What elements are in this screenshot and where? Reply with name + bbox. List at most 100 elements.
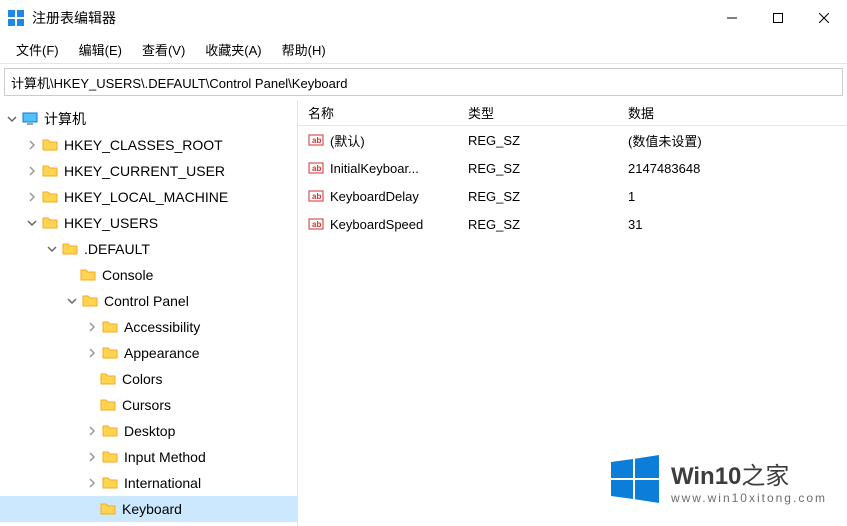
- tree-node-keyboard[interactable]: Keyboard: [0, 496, 297, 522]
- folder-icon: [42, 215, 58, 231]
- tree-node-appearance[interactable]: Appearance: [0, 340, 297, 366]
- header-data[interactable]: 数据: [618, 103, 847, 122]
- list-row[interactable]: ab (默认) REG_SZ (数值未设置): [298, 126, 847, 154]
- value-name: KeyboardSpeed: [330, 217, 423, 232]
- folder-icon: [100, 371, 116, 387]
- tree-node-console[interactable]: Console: [0, 262, 297, 288]
- chevron-down-icon[interactable]: [4, 111, 20, 127]
- watermark-url: www.win10xitong.com: [671, 491, 827, 505]
- tree-panel[interactable]: 计算机 HKEY_CLASSES_ROOT HKEY_CURRENT_USER …: [0, 100, 298, 526]
- header-type[interactable]: 类型: [458, 103, 618, 122]
- value-type: REG_SZ: [458, 217, 618, 232]
- chevron-down-icon[interactable]: [64, 293, 80, 309]
- string-value-icon: ab: [308, 188, 324, 204]
- chevron-right-icon[interactable]: [24, 189, 40, 205]
- menu-help[interactable]: 帮助(H): [272, 36, 336, 63]
- value-type: REG_SZ: [458, 133, 618, 148]
- value-name: (默认): [330, 131, 365, 150]
- tree-label: Control Panel: [104, 293, 189, 309]
- tree-node-desktop[interactable]: Desktop: [0, 418, 297, 444]
- string-value-icon: ab: [308, 160, 324, 176]
- chevron-right-icon[interactable]: [84, 319, 100, 335]
- tree-label: International: [124, 475, 201, 491]
- window-title: 注册表编辑器: [32, 8, 116, 28]
- tree-label: Keyboard: [122, 501, 182, 517]
- tree-node-hkcu[interactable]: HKEY_CURRENT_USER: [0, 158, 297, 184]
- value-name: InitialKeyboar...: [330, 161, 419, 176]
- tree-node-colors[interactable]: Colors: [0, 366, 297, 392]
- svg-text:ab: ab: [312, 220, 321, 229]
- tree-label: Desktop: [124, 423, 175, 439]
- tree-node-hkcr[interactable]: HKEY_CLASSES_ROOT: [0, 132, 297, 158]
- address-text: 计算机\HKEY_USERS\.DEFAULT\Control Panel\Ke…: [11, 73, 347, 92]
- tree-node-computer[interactable]: 计算机: [0, 106, 297, 132]
- folder-icon: [102, 345, 118, 361]
- tree-label: HKEY_CLASSES_ROOT: [64, 137, 223, 153]
- chevron-right-icon[interactable]: [84, 449, 100, 465]
- value-data: 31: [618, 217, 847, 232]
- tree-label: Accessibility: [124, 319, 200, 335]
- tree-node-cursors[interactable]: Cursors: [0, 392, 297, 418]
- tree-node-international[interactable]: International: [0, 470, 297, 496]
- minimize-button[interactable]: [709, 0, 755, 36]
- folder-icon: [82, 293, 98, 309]
- chevron-right-icon[interactable]: [24, 137, 40, 153]
- list-header: 名称 类型 数据: [298, 100, 847, 126]
- string-value-icon: ab: [308, 132, 324, 148]
- menu-edit[interactable]: 编辑(E): [69, 36, 132, 63]
- chevron-right-icon[interactable]: [84, 345, 100, 361]
- folder-icon: [100, 397, 116, 413]
- list-row[interactable]: ab KeyboardDelay REG_SZ 1: [298, 182, 847, 210]
- close-button[interactable]: [801, 0, 847, 36]
- tree-label: Appearance: [124, 345, 200, 361]
- watermark-suffix: 之家: [741, 463, 789, 490]
- value-name: KeyboardDelay: [330, 189, 419, 204]
- chevron-right-icon[interactable]: [24, 163, 40, 179]
- chevron-right-icon[interactable]: [84, 423, 100, 439]
- tree-node-inputmethod[interactable]: Input Method: [0, 444, 297, 470]
- folder-icon: [62, 241, 78, 257]
- tree-label: HKEY_LOCAL_MACHINE: [64, 189, 228, 205]
- folder-icon: [102, 475, 118, 491]
- menubar: 文件(F) 编辑(E) 查看(V) 收藏夹(A) 帮助(H): [0, 36, 847, 64]
- window-controls: [709, 0, 847, 36]
- list-row[interactable]: abInitialKeyboar... REG_SZ 2147483648: [298, 154, 847, 182]
- tree-label: Cursors: [122, 397, 171, 413]
- titlebar: 注册表编辑器: [0, 0, 847, 36]
- header-name[interactable]: 名称: [298, 103, 458, 122]
- tree-node-hku[interactable]: HKEY_USERS: [0, 210, 297, 236]
- address-bar[interactable]: 计算机\HKEY_USERS\.DEFAULT\Control Panel\Ke…: [4, 68, 843, 96]
- menu-file[interactable]: 文件(F): [6, 36, 69, 63]
- folder-icon: [80, 267, 96, 283]
- tree-label: Console: [102, 267, 153, 283]
- folder-icon: [102, 449, 118, 465]
- folder-icon: [42, 189, 58, 205]
- value-type: REG_SZ: [458, 189, 618, 204]
- tree-node-accessibility[interactable]: Accessibility: [0, 314, 297, 340]
- value-data: 1: [618, 189, 847, 204]
- folder-icon: [102, 423, 118, 439]
- watermark-brand: Win10: [671, 463, 741, 490]
- folder-icon: [42, 163, 58, 179]
- regedit-icon: [8, 10, 24, 26]
- chevron-down-icon[interactable]: [24, 215, 40, 231]
- chevron-down-icon[interactable]: [44, 241, 60, 257]
- value-type: REG_SZ: [458, 161, 618, 176]
- maximize-button[interactable]: [755, 0, 801, 36]
- svg-text:ab: ab: [312, 164, 321, 173]
- tree-label: HKEY_CURRENT_USER: [64, 163, 225, 179]
- windows-logo-icon: [611, 455, 659, 506]
- computer-icon: [22, 111, 38, 127]
- folder-icon: [102, 319, 118, 335]
- value-data: (数值未设置): [618, 131, 847, 150]
- string-value-icon: ab: [308, 216, 324, 232]
- tree-label: 计算机: [44, 109, 86, 129]
- list-row[interactable]: ab KeyboardSpeed REG_SZ 31: [298, 210, 847, 238]
- tree-node-hklm[interactable]: HKEY_LOCAL_MACHINE: [0, 184, 297, 210]
- tree-label: HKEY_USERS: [64, 215, 158, 231]
- tree-node-controlpanel[interactable]: Control Panel: [0, 288, 297, 314]
- tree-node-default[interactable]: .DEFAULT: [0, 236, 297, 262]
- menu-view[interactable]: 查看(V): [132, 36, 195, 63]
- menu-favorites[interactable]: 收藏夹(A): [195, 36, 271, 63]
- chevron-right-icon[interactable]: [84, 475, 100, 491]
